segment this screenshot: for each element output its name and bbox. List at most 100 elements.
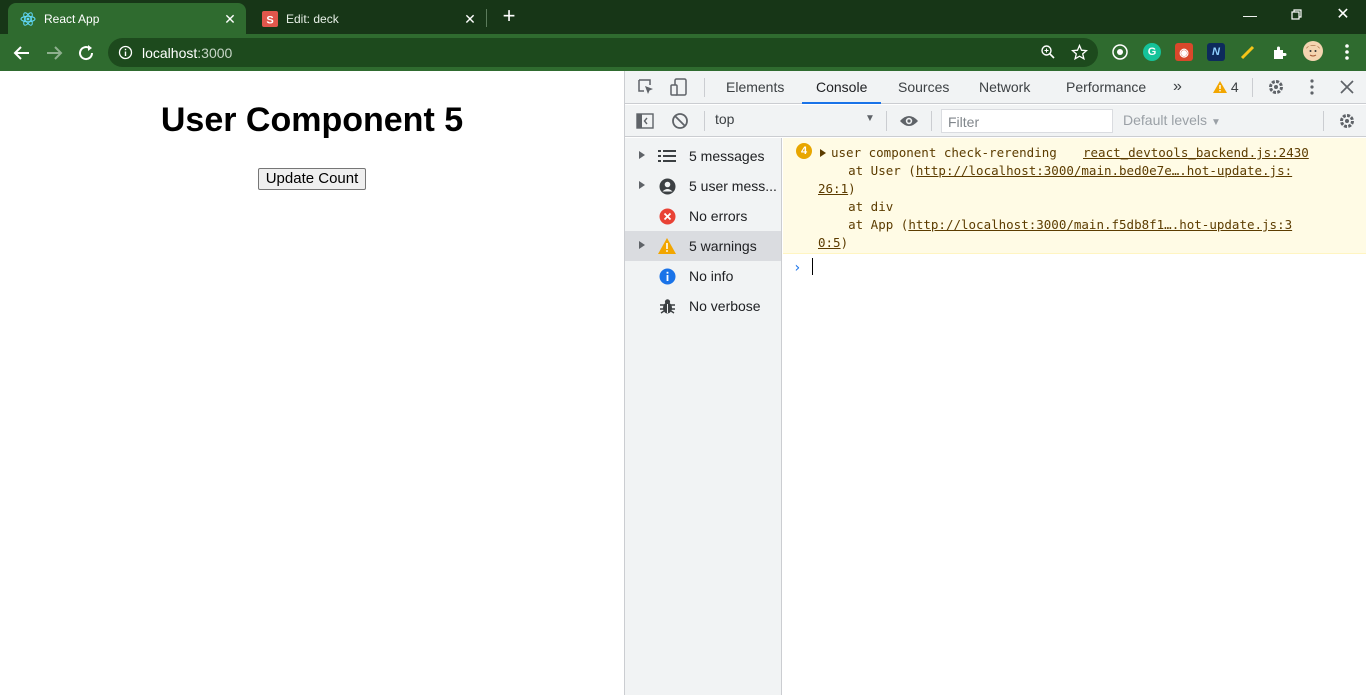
back-icon[interactable] bbox=[11, 42, 33, 64]
stack-frame-link-cont[interactable]: 0:5 bbox=[818, 235, 841, 250]
warning-icon bbox=[658, 237, 676, 255]
new-tab-icon[interactable]: + bbox=[499, 5, 519, 29]
react-icon bbox=[20, 11, 36, 27]
stack-frame: at App (http://localhost:3000/main.f5db8… bbox=[818, 217, 1292, 232]
expand-caret-icon[interactable] bbox=[639, 241, 645, 249]
tab-sources[interactable]: Sources bbox=[898, 71, 949, 104]
stack-frame-link-cont[interactable]: 26:1 bbox=[818, 181, 848, 196]
forward-icon[interactable] bbox=[43, 42, 65, 64]
message-source-link[interactable]: react_devtools_backend.js:2430 bbox=[1083, 145, 1309, 160]
context-dropdown-arrow[interactable]: ▼ bbox=[865, 113, 875, 124]
url-host: localhost bbox=[142, 45, 198, 61]
tab-performance[interactable]: Performance bbox=[1066, 71, 1146, 104]
log-levels-label: Default levels bbox=[1123, 112, 1208, 128]
expand-message-icon[interactable] bbox=[820, 149, 826, 157]
devtools-tab-bar: Elements Console Sources Network Perform… bbox=[625, 71, 1366, 104]
chrome-menu-icon[interactable] bbox=[1338, 43, 1356, 61]
console-sidebar: 5 messages 5 user mess... No errors 5 wa… bbox=[625, 138, 782, 695]
stack-frame-prefix: at User ( bbox=[818, 163, 916, 178]
sidebar-item-label: 5 messages bbox=[689, 148, 765, 164]
update-count-button[interactable]: Update Count bbox=[258, 168, 366, 190]
console-warning-message[interactable]: 4 user component check-rerending react_d… bbox=[783, 138, 1366, 254]
sidebar-item-user-messages[interactable]: 5 user mess... bbox=[625, 171, 781, 201]
error-icon bbox=[658, 207, 676, 225]
extension-circle-icon[interactable] bbox=[1111, 43, 1129, 61]
close-tab-icon[interactable]: ✕ bbox=[222, 11, 238, 27]
page-heading: User Component 5 bbox=[160, 101, 464, 139]
browser-tab-strip: React App ✕ S Edit: deck ✕ + — ✕ bbox=[0, 0, 1366, 34]
restore-icon[interactable] bbox=[1287, 4, 1307, 26]
info-icon bbox=[658, 267, 676, 285]
devtools-panel: Elements Console Sources Network Perform… bbox=[624, 71, 1366, 695]
close-tab-icon[interactable]: ✕ bbox=[462, 11, 478, 27]
settings-gear-icon[interactable] bbox=[1266, 77, 1286, 97]
stack-frame-link[interactable]: http://localhost:3000/main.f5db8f1….hot-… bbox=[908, 217, 1292, 232]
browser-toolbar: localhost:3000 G ◉ N bbox=[0, 34, 1366, 71]
minimize-icon[interactable]: — bbox=[1240, 4, 1260, 26]
pencil-icon[interactable] bbox=[1239, 43, 1257, 61]
clear-console-icon[interactable] bbox=[670, 111, 690, 131]
sidebar-item-label: No verbose bbox=[689, 298, 761, 314]
url-text: localhost:3000 bbox=[142, 45, 232, 61]
bookmark-star-icon[interactable] bbox=[1070, 43, 1089, 66]
inspect-element-icon[interactable] bbox=[636, 77, 656, 97]
devtools-menu-icon[interactable] bbox=[1302, 77, 1322, 97]
warning-count: 4 bbox=[1230, 79, 1239, 95]
device-toolbar-icon[interactable] bbox=[669, 77, 689, 97]
expand-caret-icon[interactable] bbox=[639, 181, 645, 189]
sidebar-toggle-icon[interactable] bbox=[635, 111, 655, 131]
stack-frame-suffix: ) bbox=[840, 235, 849, 250]
expand-caret-icon[interactable] bbox=[639, 151, 645, 159]
sidebar-item-errors[interactable]: No errors bbox=[625, 201, 781, 231]
live-expression-eye-icon[interactable] bbox=[899, 111, 919, 131]
sidebar-item-warnings[interactable]: 5 warnings bbox=[625, 231, 781, 261]
warnings-counter[interactable]: 4 bbox=[1213, 71, 1239, 104]
message-text: user component check-rerending bbox=[831, 145, 1057, 160]
close-window-icon[interactable]: ✕ bbox=[1333, 4, 1353, 26]
url-port: :3000 bbox=[197, 45, 233, 61]
stack-frame: at User (http://localhost:3000/main.bed0… bbox=[818, 163, 1292, 178]
stack-frame: at div bbox=[818, 199, 893, 214]
extensions-puzzle-icon[interactable] bbox=[1271, 43, 1289, 61]
repeat-count-badge: 4 bbox=[796, 143, 812, 159]
toolbar-divider bbox=[931, 111, 932, 131]
svg-text:S: S bbox=[266, 14, 273, 26]
grammarly-icon[interactable]: G bbox=[1143, 43, 1161, 61]
more-tabs-icon[interactable]: » bbox=[1173, 71, 1182, 104]
tab-network[interactable]: Network bbox=[979, 71, 1030, 104]
page-viewport: User Component 5 Update Count bbox=[0, 71, 624, 695]
sidebar-item-messages[interactable]: 5 messages bbox=[625, 141, 781, 171]
log-levels-dropdown[interactable]: Default levels ▼ bbox=[1123, 112, 1221, 128]
zoom-icon[interactable] bbox=[1040, 44, 1056, 65]
filter-input[interactable]: Filter bbox=[941, 109, 1113, 133]
console-toolbar: top ▼ Filter Default levels ▼ bbox=[625, 105, 1366, 137]
tab-elements[interactable]: Elements bbox=[726, 71, 784, 104]
tab-edit-deck[interactable]: S Edit: deck ✕ bbox=[250, 3, 486, 34]
sidebar-item-label: No errors bbox=[689, 208, 748, 224]
context-selector[interactable]: top bbox=[715, 111, 734, 127]
sidebar-item-verbose[interactable]: No verbose bbox=[625, 291, 781, 321]
site-info-icon[interactable] bbox=[118, 45, 133, 65]
toolbar-divider bbox=[704, 78, 705, 97]
console-settings-icon[interactable] bbox=[1337, 111, 1357, 131]
stack-frame-continuation: 0:5) bbox=[818, 235, 848, 250]
console-input-caret[interactable] bbox=[812, 258, 813, 275]
stack-frame-continuation: 26:1) bbox=[818, 181, 856, 196]
reload-icon[interactable] bbox=[75, 42, 97, 64]
sidebar-item-info[interactable]: No info bbox=[625, 261, 781, 291]
extension-n-icon[interactable]: N bbox=[1207, 43, 1225, 61]
stack-frame-link[interactable]: http://localhost:3000/main.bed0e7e….hot-… bbox=[916, 163, 1292, 178]
extension-red-icon[interactable]: ◉ bbox=[1175, 43, 1193, 61]
profile-avatar-icon[interactable] bbox=[1303, 41, 1323, 61]
close-devtools-icon[interactable] bbox=[1337, 77, 1357, 97]
stack-frame-suffix: ) bbox=[848, 181, 856, 196]
stack-frame-prefix: at App ( bbox=[818, 217, 909, 232]
tab-separator bbox=[486, 9, 487, 27]
tab-title: Edit: deck bbox=[286, 11, 339, 26]
address-bar[interactable]: localhost:3000 bbox=[108, 38, 1098, 67]
toolbar-divider bbox=[704, 111, 705, 131]
tab-console[interactable]: Console bbox=[802, 71, 882, 104]
tab-react-app[interactable]: React App ✕ bbox=[8, 3, 246, 34]
toolbar-divider bbox=[1252, 78, 1253, 97]
sidebar-item-label: 5 user mess... bbox=[689, 178, 777, 194]
